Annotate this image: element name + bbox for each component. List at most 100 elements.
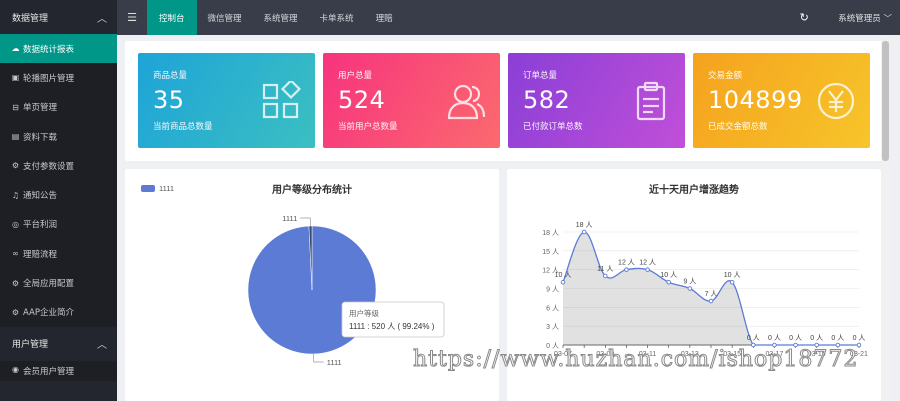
y-tick-label: 9 人 bbox=[546, 286, 559, 294]
tab-0[interactable]: 控制台 bbox=[147, 0, 197, 35]
stat-sub: 当前用户总数量 bbox=[338, 122, 398, 132]
data-label: 12 人 bbox=[639, 259, 656, 267]
sidebar-item-8[interactable]: ⚙ 全局应用配置 bbox=[0, 268, 117, 298]
data-label: 10 人 bbox=[555, 271, 572, 279]
user-menu[interactable]: 系统管理员 ﹀ bbox=[838, 12, 900, 24]
scrollbar-thumb[interactable] bbox=[882, 41, 889, 161]
data-label: 0 人 bbox=[853, 334, 866, 342]
sidebar-item-label: 单页管理 bbox=[23, 103, 58, 114]
sidebar-item-label: 理赔流程 bbox=[23, 249, 58, 260]
sidebar-item-label: 轮播图片管理 bbox=[23, 73, 75, 84]
y-tick-label: 6 人 bbox=[546, 304, 559, 312]
stat-card-products: 商品总量 35 当前商品总数量 bbox=[138, 53, 315, 148]
gear-icon: ⚙ bbox=[11, 161, 20, 171]
sidebar-item-6[interactable]: ◎ 平台利润 bbox=[0, 209, 117, 240]
user-icon: ◉ bbox=[12, 364, 19, 374]
sidebar-item-label: AAP企业简介 bbox=[23, 308, 74, 319]
stat-sub: 已成交金额总数 bbox=[708, 122, 768, 132]
y-tick-label: 18 人 bbox=[542, 229, 559, 237]
sidebar-item-label: 支付参数设置 bbox=[23, 161, 75, 172]
grid-shapes-icon bbox=[262, 81, 301, 119]
data-point[interactable] bbox=[708, 298, 714, 304]
slice-label: 1111 bbox=[327, 358, 342, 367]
gear-icon: ⚙ bbox=[11, 307, 20, 317]
sidebar-group-label: 用户管理 bbox=[12, 340, 49, 351]
data-label: 11 人 bbox=[597, 265, 613, 273]
sidebar-item-label: 数据统计报表 bbox=[23, 44, 75, 55]
sidebar-item-label: 通知公告 bbox=[23, 191, 58, 202]
data-label: 10 人 bbox=[724, 271, 741, 279]
data-label: 12 人 bbox=[618, 259, 635, 267]
link-icon: ∞ bbox=[12, 249, 19, 259]
data-point[interactable] bbox=[560, 279, 566, 285]
data-point[interactable] bbox=[666, 279, 671, 285]
slice-label-line bbox=[300, 217, 311, 227]
stat-sub: 当前商品总数量 bbox=[153, 122, 213, 132]
sidebar-item-label: 会员用户管理 bbox=[23, 366, 75, 377]
tab-2[interactable]: 系统管理 bbox=[253, 0, 309, 35]
refresh-icon[interactable]: ↻ bbox=[794, 11, 814, 24]
sidebar-group-users[interactable]: 用户管理 ︿ bbox=[0, 326, 117, 361]
sidebar-item-2[interactable]: ⊟ 单页管理 bbox=[0, 92, 117, 122]
data-label: 0 人 bbox=[747, 334, 760, 342]
watermark-text: https://www.huzhan.com/ishop18772 bbox=[412, 347, 859, 373]
sidebar-item-label: 全局应用配置 bbox=[23, 279, 75, 290]
scrollbar[interactable] bbox=[881, 35, 890, 401]
sidebar-item-7[interactable]: ∞ 理赔流程 bbox=[0, 239, 117, 269]
sidebar-item-4[interactable]: ⚙ 支付参数设置 bbox=[0, 151, 117, 181]
gear-icon: ⚙ bbox=[11, 278, 20, 288]
menu-toggle-icon[interactable]: ☰ bbox=[117, 0, 147, 35]
sidebar-item-0[interactable]: ☁ 数据统计报表 bbox=[0, 34, 117, 64]
chevron-down-icon: ﹀ bbox=[883, 13, 892, 24]
car-icon: ⊟ bbox=[12, 102, 19, 112]
cloud-icon: ☁ bbox=[11, 44, 20, 54]
data-label: 7 人 bbox=[705, 290, 718, 298]
data-point[interactable] bbox=[624, 267, 629, 272]
sidebar-item-member-users[interactable]: ◉ 会员用户管理 bbox=[0, 360, 117, 381]
data-point[interactable] bbox=[729, 279, 735, 285]
stat-card-amount: 交易金额 104899 已成交金额总数 bbox=[693, 53, 870, 148]
sidebar-item-3[interactable]: ▤ 资料下载 bbox=[0, 121, 117, 152]
data-label: 10 人 bbox=[660, 271, 677, 279]
tab-4[interactable]: 理赔 bbox=[365, 0, 404, 35]
data-label: 18 人 bbox=[576, 221, 593, 229]
data-label: 0 人 bbox=[768, 334, 781, 342]
stat-label: 商品总量 bbox=[153, 71, 188, 81]
data-point[interactable] bbox=[687, 286, 693, 291]
bell-icon: ♫ bbox=[11, 190, 20, 200]
tooltip-text: 1111 : 520 人 ( 99.24% ) bbox=[349, 322, 435, 331]
data-label: 9 人 bbox=[683, 278, 696, 286]
slice-label-line bbox=[313, 353, 324, 363]
tab-1[interactable]: 微信管理 bbox=[197, 0, 253, 35]
stat-card-users: 用户总量 524 当前用户总数量 bbox=[323, 53, 500, 148]
y-tick-label: 3 人 bbox=[546, 323, 559, 331]
sidebar-item-9[interactable]: ⚙ AAP企业简介 bbox=[0, 297, 117, 327]
legend-label[interactable]: 1111 bbox=[159, 184, 174, 193]
data-point[interactable] bbox=[603, 273, 608, 279]
sidebar: 数据管理 ︿ ☁ 数据统计报表 ▣ 轮播图片管理 ⊟ 单页管理 ▤ 资料下载 ⚙ 支付参数设置 ♫ 通… bbox=[0, 0, 117, 401]
data-label: 0 人 bbox=[831, 334, 844, 342]
legend-swatch[interactable] bbox=[141, 185, 155, 192]
sidebar-item-5[interactable]: ♫ 通知公告 bbox=[0, 180, 117, 210]
sidebar-item-1[interactable]: ▣ 轮播图片管理 bbox=[0, 63, 117, 93]
chevron-up-icon: ︿ bbox=[97, 340, 107, 352]
data-point[interactable] bbox=[581, 229, 587, 235]
stats-panel: 商品总量 35 当前商品总数量 用户总量 524 当前用户总数量 订单总量 58… bbox=[125, 41, 887, 161]
stat-label: 订单总量 bbox=[523, 71, 558, 81]
stat-card-orders: 订单总量 582 已付款订单总数 bbox=[508, 53, 685, 148]
chevron-up-icon: ︿ bbox=[97, 13, 107, 25]
top-bar: ☰ 控制台 微信管理 系统管理 卡单系统 理赔 ↻ 系统管理员 ﹀ bbox=[117, 0, 900, 35]
tab-3[interactable]: 卡单系统 bbox=[309, 0, 365, 35]
yen-icon bbox=[817, 82, 855, 120]
sidebar-item-label: 资料下载 bbox=[23, 132, 58, 143]
slice-label: 1111 bbox=[282, 214, 297, 223]
data-label: 0 人 bbox=[789, 334, 802, 342]
y-tick-label: 15 人 bbox=[542, 248, 559, 256]
sidebar-group-label: 数据管理 bbox=[12, 13, 49, 24]
image-icon: ▣ bbox=[11, 73, 20, 83]
data-point[interactable] bbox=[645, 267, 650, 272]
money-icon: ◎ bbox=[12, 219, 19, 229]
stat-label: 交易金额 bbox=[708, 71, 743, 81]
sidebar-group-data[interactable]: 数据管理 ︿ bbox=[0, 0, 117, 34]
user-name: 系统管理员 bbox=[838, 13, 881, 24]
